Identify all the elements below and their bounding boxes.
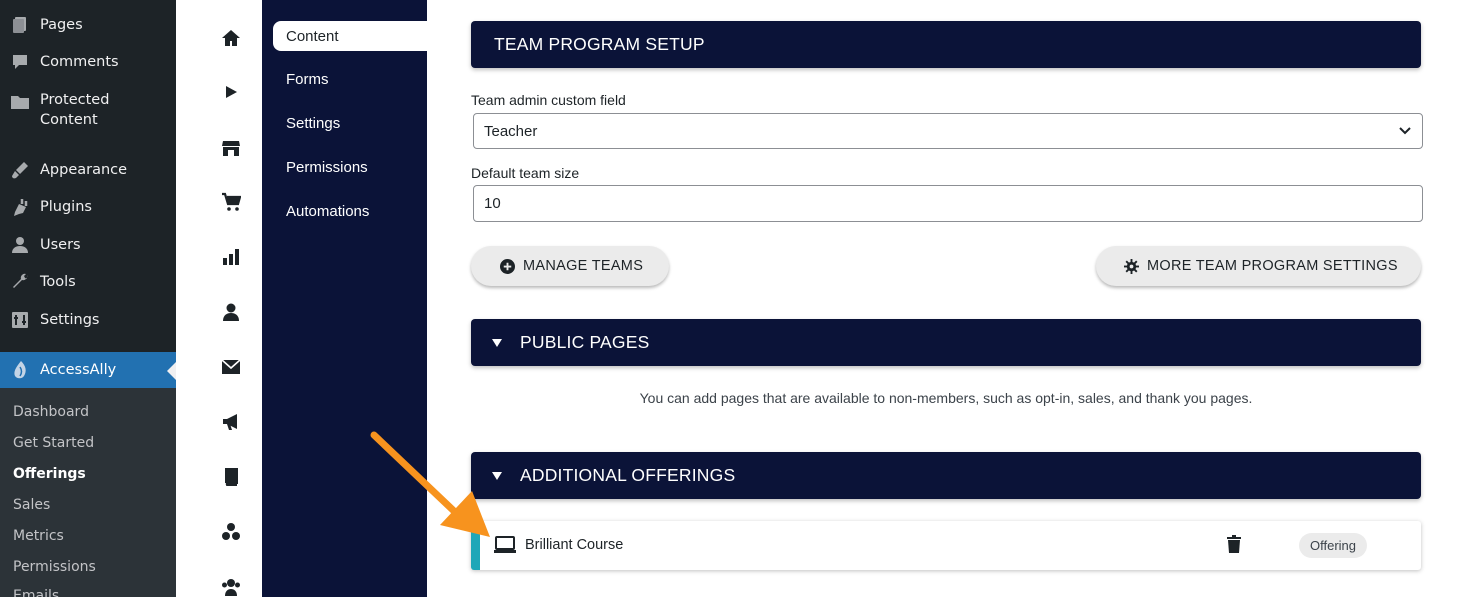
wp-submenu-permissions[interactable]: Permissions xyxy=(13,559,96,575)
public-pages-header[interactable]: PUBLIC PAGES xyxy=(471,319,1421,366)
wp-submenu: Dashboard Get Started Offerings Sales Me… xyxy=(0,388,176,597)
chevron-down-icon xyxy=(1399,127,1411,135)
wp-submenu-emails[interactable]: Emails xyxy=(13,588,59,597)
wp-menu-protected-content[interactable]: Protected Content xyxy=(0,90,176,132)
pages-icon xyxy=(13,17,26,33)
megaphone-icon[interactable] xyxy=(219,410,243,434)
additional-offerings-header[interactable]: ADDITIONAL OFFERINGS xyxy=(471,452,1421,499)
collapse-triangle-icon xyxy=(492,471,502,480)
wp-menu-comments[interactable]: Comments xyxy=(0,52,176,74)
plus-circle-icon xyxy=(499,258,515,274)
button-label: MANAGE TEAMS xyxy=(523,258,644,274)
cart-icon[interactable] xyxy=(219,190,243,214)
wp-submenu-metrics[interactable]: Metrics xyxy=(13,528,64,544)
book-icon[interactable] xyxy=(219,465,243,489)
trash-icon[interactable] xyxy=(1226,535,1242,553)
bar-chart-icon[interactable] xyxy=(219,245,243,269)
tools-icon xyxy=(13,273,28,288)
play-icon[interactable] xyxy=(219,80,243,104)
wp-menu-label: Appearance xyxy=(40,162,128,178)
selected-value: Teacher xyxy=(484,122,538,140)
section-title: PUBLIC PAGES xyxy=(520,332,650,352)
wp-menu-label: Comments xyxy=(40,54,119,70)
wp-menu-plugins[interactable]: Plugins xyxy=(0,197,176,219)
store-icon[interactable] xyxy=(219,136,243,160)
more-team-program-settings-button[interactable]: MORE TEAM PROGRAM SETTINGS xyxy=(1096,246,1421,286)
team-admin-field-label: Team admin custom field xyxy=(471,92,626,108)
wp-menu-tools[interactable]: Tools xyxy=(0,272,176,294)
nav-item-content[interactable]: Content xyxy=(273,21,427,51)
section-title: TEAM PROGRAM SETUP xyxy=(494,34,705,54)
wp-menu-settings[interactable]: Settings xyxy=(0,310,176,332)
team-size-label: Default team size xyxy=(471,165,580,181)
offering-title[interactable]: Brilliant Course xyxy=(525,537,623,553)
folder-icon xyxy=(11,96,29,109)
wp-menu-label: Protected Content xyxy=(40,92,110,128)
wp-submenu-sales[interactable]: Sales xyxy=(13,497,50,513)
public-pages-hint: You can add pages that are available to … xyxy=(639,390,1253,406)
offering-badge: Offering xyxy=(1299,533,1368,558)
nav-item-permissions[interactable]: Permissions xyxy=(262,145,427,189)
gear-icon xyxy=(1123,258,1139,274)
plugins-icon xyxy=(14,199,28,216)
wp-submenu-get-started[interactable]: Get Started xyxy=(13,435,94,451)
wp-menu-pages[interactable]: Pages xyxy=(0,15,176,37)
team-program-setup-header: TEAM PROGRAM SETUP xyxy=(471,21,1421,68)
laptop-icon xyxy=(494,536,516,553)
cluster-icon[interactable] xyxy=(219,520,243,544)
manage-teams-button[interactable]: MANAGE TEAMS xyxy=(471,246,669,286)
appearance-icon xyxy=(12,162,28,179)
home-icon[interactable] xyxy=(219,26,243,50)
wp-menu-label: Settings xyxy=(40,312,100,328)
offering-row[interactable]: Brilliant Course Offering xyxy=(471,521,1421,570)
team-icon[interactable] xyxy=(219,575,243,597)
collapse-triangle-icon xyxy=(492,338,502,347)
wp-submenu-dashboard[interactable]: Dashboard xyxy=(13,404,89,420)
wp-menu-label: Users xyxy=(40,237,81,253)
comments-icon xyxy=(13,55,27,69)
wp-submenu-offerings[interactable]: Offerings xyxy=(13,466,86,482)
nav-item-settings[interactable]: Settings xyxy=(262,101,427,145)
team-size-input[interactable] xyxy=(473,185,1423,222)
nav-item-forms[interactable]: Forms xyxy=(262,57,427,101)
mail-icon[interactable] xyxy=(219,355,243,379)
wp-admin-sidebar: Pages Comments Protected Content Appeara… xyxy=(0,0,176,597)
wp-menu-label: Pages xyxy=(40,17,83,33)
content-nav: Content Forms Settings Permissions Autom… xyxy=(262,0,427,597)
nav-item-automations[interactable]: Automations xyxy=(262,189,427,233)
users-icon xyxy=(12,237,28,253)
team-admin-field-select[interactable]: Teacher xyxy=(473,113,1423,149)
wp-menu-accessally[interactable]: AccessAlly xyxy=(0,352,176,388)
wp-menu-appearance[interactable]: Appearance xyxy=(0,160,176,182)
accessally-icon xyxy=(14,361,26,379)
wp-menu-label: Plugins xyxy=(40,199,92,215)
wp-menu-users[interactable]: Users xyxy=(0,235,176,257)
current-menu-caret xyxy=(167,362,176,380)
icon-rail xyxy=(200,0,262,597)
user-icon[interactable] xyxy=(219,300,243,324)
button-label: MORE TEAM PROGRAM SETTINGS xyxy=(1147,258,1398,274)
wp-menu-label: AccessAlly xyxy=(40,362,117,378)
wp-menu-label: Tools xyxy=(40,274,76,290)
section-title: ADDITIONAL OFFERINGS xyxy=(520,465,736,485)
settings-icon xyxy=(12,312,28,328)
